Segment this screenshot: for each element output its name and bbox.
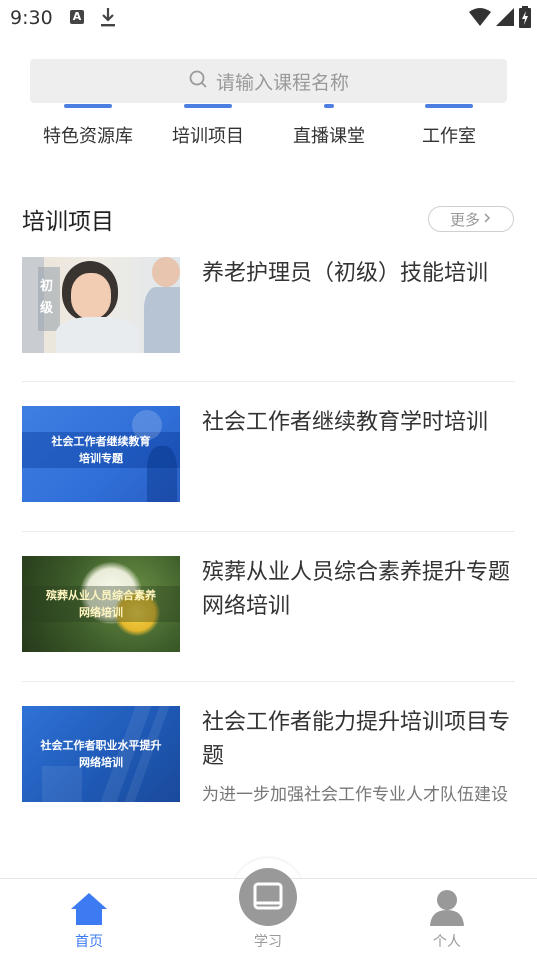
course-thumbnail: 社会工作者继续教育 培训专题 (22, 406, 180, 502)
nav-label: 个人 (433, 934, 461, 950)
thumb-text: 网络培训 (79, 756, 123, 769)
thumb-text: 殡葬从业人员综合素养 (46, 589, 156, 602)
search-icon (188, 69, 208, 93)
course-title: 养老护理员（初级）技能培训 (202, 261, 489, 286)
course-title: 社会工作者继续教育学时培训 (202, 410, 489, 435)
course-thumbnail: 初 级 (22, 257, 180, 353)
category-icon (425, 104, 473, 108)
download-icon (100, 6, 116, 32)
nav-me[interactable]: 个人 (387, 879, 507, 957)
more-button[interactable]: 更多 (428, 206, 514, 232)
thumb-text: 培训专题 (79, 452, 123, 465)
category-label: 工作室 (422, 126, 476, 147)
thumb-text: 社会工作者继续教育 (51, 435, 151, 448)
book-icon (238, 867, 298, 931)
category-training-projects[interactable]: 培训项目 (148, 104, 268, 148)
search-input[interactable]: 请输入课程名称 (30, 59, 507, 103)
nav-study[interactable]: 学习 (208, 868, 328, 957)
divider (22, 681, 515, 682)
category-studio[interactable]: 工作室 (389, 104, 509, 148)
category-row: 特色资源库 培训项目 直播课堂 工作室 (0, 104, 537, 154)
thumb-text: 初 (40, 279, 54, 294)
course-item[interactable]: 殡葬从业人员综合素养 网络培训 殡葬从业人员综合素养提升专题网络培训 (22, 556, 515, 652)
course-item[interactable]: 初 级 养老护理员（初级）技能培训 (22, 257, 515, 353)
category-featured-resources[interactable]: 特色资源库 (28, 104, 148, 148)
course-description: 为进一步加强社会工作专业人才队伍建设 (202, 785, 508, 805)
course-title: 殡葬从业人员综合素养提升专题网络培训 (202, 560, 511, 619)
nav-home[interactable]: 首页 (29, 879, 149, 957)
category-icon (64, 104, 112, 108)
signal-icon (495, 7, 515, 31)
category-label: 直播课堂 (293, 126, 365, 147)
home-icon (69, 891, 109, 931)
category-live-class[interactable]: 直播课堂 (269, 104, 389, 148)
category-icon (184, 104, 232, 108)
course-item[interactable]: 社会工作者继续教育 培训专题 社会工作者继续教育学时培训 (22, 406, 515, 502)
category-icon (324, 104, 334, 108)
section-title: 培训项目 (22, 209, 114, 235)
status-time: 9:30 (10, 7, 53, 29)
chevron-right-icon (482, 210, 492, 228)
battery-icon (519, 6, 531, 32)
nav-label: 学习 (254, 934, 282, 950)
person-icon (429, 889, 465, 931)
more-label: 更多 (449, 210, 480, 229)
search-placeholder: 请输入课程名称 (215, 71, 349, 94)
bottom-nav: 首页 学习 个人 (0, 868, 537, 957)
status-bar: 9:30 A (0, 0, 537, 36)
course-item[interactable]: 社会工作者职业水平提升 网络培训 社会工作者能力提升培训项目专题 为进一步加强社… (22, 706, 515, 805)
thumb-text: 网络培训 (79, 606, 123, 619)
wifi-icon (469, 7, 491, 31)
divider (22, 531, 515, 532)
thumb-text: 社会工作者职业水平提升 (40, 739, 162, 752)
course-thumbnail: 社会工作者职业水平提升 网络培训 (22, 706, 180, 802)
course-thumbnail: 殡葬从业人员综合素养 网络培训 (22, 556, 180, 652)
nav-label: 首页 (75, 934, 103, 950)
category-label: 培训项目 (172, 126, 244, 147)
category-label: 特色资源库 (43, 126, 133, 147)
notification-a-icon: A (70, 10, 84, 24)
course-title: 社会工作者能力提升培训项目专题 (202, 710, 511, 769)
divider (22, 381, 515, 382)
thumb-text: 级 (40, 301, 54, 316)
